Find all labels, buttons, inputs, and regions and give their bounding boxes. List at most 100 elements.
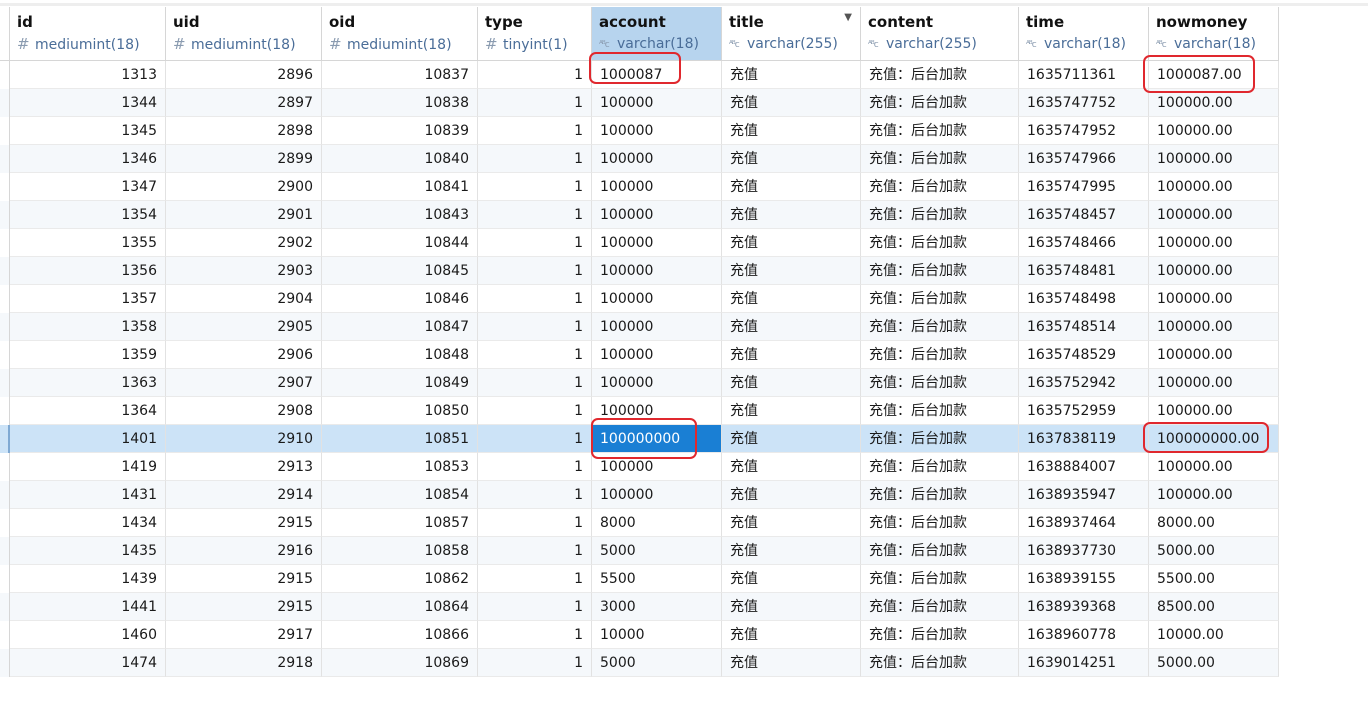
row-header[interactable]: [0, 509, 10, 537]
row-header[interactable]: [0, 369, 10, 397]
cell-type[interactable]: 1: [478, 397, 592, 425]
row-header[interactable]: [0, 649, 10, 677]
column-header-uid[interactable]: uid # mediumint(18): [166, 7, 322, 60]
cell-type[interactable]: 1: [478, 481, 592, 509]
cell-time[interactable]: 1635748481: [1019, 257, 1149, 285]
row-header[interactable]: [0, 313, 10, 341]
cell-id[interactable]: 1434: [10, 509, 166, 537]
cell-uid[interactable]: 2901: [166, 201, 322, 229]
cell-title[interactable]: 充值: [722, 89, 861, 117]
cell-title[interactable]: 充值: [722, 565, 861, 593]
cell-oid[interactable]: 10844: [322, 229, 478, 257]
cell-nowmoney[interactable]: 5000.00: [1149, 649, 1279, 677]
cell-oid[interactable]: 10853: [322, 453, 478, 481]
cell-type[interactable]: 1: [478, 649, 592, 677]
cell-id[interactable]: 1358: [10, 313, 166, 341]
cell-type[interactable]: 1: [478, 593, 592, 621]
cell-id[interactable]: 1357: [10, 285, 166, 313]
cell-type[interactable]: 1: [478, 257, 592, 285]
cell-id[interactable]: 1363: [10, 369, 166, 397]
cell-time[interactable]: 1638935947: [1019, 481, 1149, 509]
cell-uid[interactable]: 2900: [166, 173, 322, 201]
table-row[interactable]: 1439 2915 10862 1 5500 充值 充值：后台加款 1638939155 550…: [0, 565, 1279, 593]
table-row[interactable]: 1357 2904 10846 1 100000 充值 充值：后台加款 1635748498 1…: [0, 285, 1279, 313]
cell-title[interactable]: 充值: [722, 425, 861, 453]
cell-id[interactable]: 1354: [10, 201, 166, 229]
cell-oid[interactable]: 10857: [322, 509, 478, 537]
cell-time[interactable]: 1638960778: [1019, 621, 1149, 649]
cell-account[interactable]: 100000000: [592, 425, 722, 453]
cell-time[interactable]: 1638939155: [1019, 565, 1149, 593]
table-row[interactable]: 1358 2905 10847 1 100000 充值 充值：后台加款 1635748514 1…: [0, 313, 1279, 341]
column-header-id[interactable]: id # mediumint(18): [10, 7, 166, 60]
cell-nowmoney[interactable]: 100000.00: [1149, 145, 1279, 173]
cell-account[interactable]: 100000: [592, 285, 722, 313]
row-header[interactable]: [0, 257, 10, 285]
cell-uid[interactable]: 2910: [166, 425, 322, 453]
cell-type[interactable]: 1: [478, 145, 592, 173]
row-header[interactable]: [0, 173, 10, 201]
cell-uid[interactable]: 2898: [166, 117, 322, 145]
cell-type[interactable]: 1: [478, 173, 592, 201]
cell-account[interactable]: 100000: [592, 481, 722, 509]
cell-account[interactable]: 3000: [592, 593, 722, 621]
table-row[interactable]: 1431 2914 10854 1 100000 充值 充值：后台加款 1638935947 1…: [0, 481, 1279, 509]
cell-uid[interactable]: 2915: [166, 509, 322, 537]
cell-type[interactable]: 1: [478, 285, 592, 313]
cell-content[interactable]: 充值：后台加款: [861, 257, 1019, 285]
cell-content[interactable]: 充值：后台加款: [861, 621, 1019, 649]
cell-time[interactable]: 1639014251: [1019, 649, 1149, 677]
cell-title[interactable]: 充值: [722, 201, 861, 229]
column-header-time[interactable]: time ᴬᴮc varchar(18): [1019, 7, 1149, 60]
table-row[interactable]: 1344 2897 10838 1 100000 充值 充值：后台加款 1635747752 1…: [0, 89, 1279, 117]
cell-type[interactable]: 1: [478, 509, 592, 537]
cell-time[interactable]: 1635747966: [1019, 145, 1149, 173]
cell-title[interactable]: 充值: [722, 229, 861, 257]
cell-oid[interactable]: 10837: [322, 61, 478, 89]
cell-time[interactable]: 1635747995: [1019, 173, 1149, 201]
cell-time[interactable]: 1637838119: [1019, 425, 1149, 453]
cell-oid[interactable]: 10854: [322, 481, 478, 509]
cell-account[interactable]: 100000: [592, 229, 722, 257]
cell-uid[interactable]: 2917: [166, 621, 322, 649]
cell-uid[interactable]: 2915: [166, 565, 322, 593]
cell-nowmoney[interactable]: 5500.00: [1149, 565, 1279, 593]
cell-oid[interactable]: 10845: [322, 257, 478, 285]
cell-account[interactable]: 100000: [592, 257, 722, 285]
cell-id[interactable]: 1347: [10, 173, 166, 201]
cell-type[interactable]: 1: [478, 201, 592, 229]
cell-nowmoney[interactable]: 100000.00: [1149, 285, 1279, 313]
cell-content[interactable]: 充值：后台加款: [861, 453, 1019, 481]
cell-id[interactable]: 1441: [10, 593, 166, 621]
cell-title[interactable]: 充值: [722, 285, 861, 313]
cell-content[interactable]: 充值：后台加款: [861, 537, 1019, 565]
cell-content[interactable]: 充值：后台加款: [861, 397, 1019, 425]
cell-oid[interactable]: 10839: [322, 117, 478, 145]
cell-uid[interactable]: 2904: [166, 285, 322, 313]
cell-time[interactable]: 1635748457: [1019, 201, 1149, 229]
cell-id[interactable]: 1346: [10, 145, 166, 173]
cell-oid[interactable]: 10846: [322, 285, 478, 313]
row-header[interactable]: [0, 397, 10, 425]
cell-time[interactable]: 1638939368: [1019, 593, 1149, 621]
cell-title[interactable]: 充值: [722, 537, 861, 565]
cell-title[interactable]: 充值: [722, 369, 861, 397]
column-header-title[interactable]: title ᴬᴮc varchar(255) ▼: [722, 7, 861, 60]
cell-time[interactable]: 1638884007: [1019, 453, 1149, 481]
cell-uid[interactable]: 2916: [166, 537, 322, 565]
cell-title[interactable]: 充值: [722, 621, 861, 649]
table-row[interactable]: 1460 2917 10866 1 10000 充值 充值：后台加款 1638960778 10…: [0, 621, 1279, 649]
cell-nowmoney[interactable]: 100000.00: [1149, 201, 1279, 229]
cell-uid[interactable]: 2907: [166, 369, 322, 397]
cell-account[interactable]: 1000087: [592, 61, 722, 89]
cell-type[interactable]: 1: [478, 313, 592, 341]
cell-content[interactable]: 充值：后台加款: [861, 89, 1019, 117]
table-row[interactable]: 1345 2898 10839 1 100000 充值 充值：后台加款 1635747952 1…: [0, 117, 1279, 145]
data-grid[interactable]: id # mediumint(18) uid # mediumint(18) oid # med…: [0, 7, 1279, 677]
table-row[interactable]: 1359 2906 10848 1 100000 充值 充值：后台加款 1635748529 1…: [0, 341, 1279, 369]
cell-content[interactable]: 充值：后台加款: [861, 649, 1019, 677]
cell-uid[interactable]: 2915: [166, 593, 322, 621]
cell-nowmoney[interactable]: 100000.00: [1149, 313, 1279, 341]
row-header[interactable]: [0, 593, 10, 621]
cell-nowmoney[interactable]: 100000.00: [1149, 481, 1279, 509]
